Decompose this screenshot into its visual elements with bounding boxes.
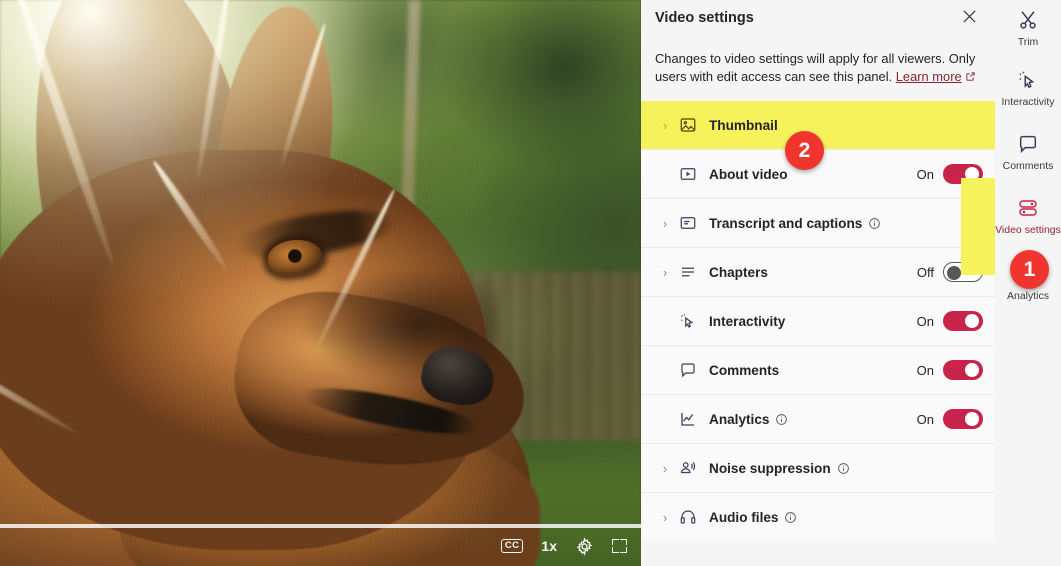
sun-flare [0, 0, 641, 566]
settings-row-label: Noise suppression [709, 460, 831, 476]
settings-row-control: On [917, 311, 983, 331]
info-icon[interactable] [775, 413, 788, 426]
rail-item-label: Analytics [1006, 289, 1049, 302]
rail-item-label: Trim [1017, 35, 1039, 48]
headphones-icon [675, 508, 701, 526]
toggle-switch[interactable] [943, 360, 983, 380]
settings-row-label: Transcript and captions [709, 215, 863, 231]
settings-row-comments[interactable]: › Comments On [641, 345, 995, 394]
chevron-right-icon: › [662, 509, 668, 525]
chevron-right-icon: › [662, 264, 668, 280]
rail-item-label: Interactivity [1001, 95, 1055, 108]
settings-row-transcript-captions[interactable]: › Transcript and captions [641, 198, 995, 247]
playback-speed-button[interactable]: 1x [541, 538, 557, 554]
panel-description: Changes to video settings will apply for… [641, 36, 995, 87]
chevron-right-icon: › [662, 215, 668, 231]
toggle-switch[interactable] [943, 409, 983, 429]
close-icon[interactable] [953, 0, 985, 32]
video-controls: CC 1x [500, 532, 627, 560]
settings-row-label: Comments [709, 362, 780, 378]
page-title: Video settings [655, 10, 754, 26]
chapters-icon [675, 263, 701, 281]
toggle-state-label: On [916, 362, 934, 378]
chevron-right-icon: › [662, 117, 668, 133]
settings-row-control: On [917, 409, 983, 429]
settings-row-control: On [917, 360, 983, 380]
cursor-click-icon [1017, 66, 1039, 94]
rail-item-label: Video settings [995, 223, 1061, 236]
video-player[interactable]: CC 1x [0, 0, 641, 566]
settings-row-audio-files[interactable]: › Audio files [641, 492, 995, 541]
captions-label: CC [500, 539, 524, 553]
rail-item-trim[interactable]: Trim [995, 0, 1061, 60]
info-icon[interactable] [837, 462, 850, 475]
external-link-icon [965, 69, 976, 87]
info-icon[interactable] [868, 217, 881, 230]
rail-item-interactivity[interactable]: Interactivity [995, 54, 1061, 120]
video-progress-bar[interactable] [0, 524, 641, 528]
captions-button[interactable]: CC [500, 539, 524, 553]
image-icon [675, 116, 701, 134]
gear-icon[interactable] [575, 536, 594, 556]
annotation-badge-1: 1 [1010, 250, 1049, 289]
rail-item-label: Comments [1002, 159, 1054, 172]
settings-list: › Thumbnail › [641, 101, 995, 541]
play-box-icon [675, 165, 701, 183]
toggle-switch[interactable] [943, 311, 983, 331]
rail-item-comments[interactable]: Comments [995, 118, 1061, 184]
scissors-icon [1017, 6, 1039, 34]
annotation-badge-2: 2 [785, 131, 824, 170]
settings-row-noise-suppression[interactable]: › Noise suppression [641, 443, 995, 492]
transcript-icon [675, 214, 701, 232]
video-settings-panel: Video settings Changes to video settings… [641, 0, 995, 566]
chart-line-icon [675, 410, 701, 428]
toggles-icon [1016, 194, 1040, 222]
toggle-state-label: On [916, 313, 934, 329]
settings-row-label: About video [709, 166, 788, 182]
learn-more-link[interactable]: Learn more [896, 69, 962, 84]
comment-icon [1017, 130, 1039, 158]
rail-item-video-settings[interactable]: Video settings [995, 182, 1061, 248]
settings-row-label: Chapters [709, 264, 768, 280]
info-icon[interactable] [784, 511, 797, 524]
toggle-state-label: On [916, 411, 934, 427]
panel-header: Video settings [641, 0, 995, 36]
toggle-state-label: Off [916, 264, 934, 280]
settings-row-interactivity[interactable]: › Interactivity On [641, 296, 995, 345]
settings-row-analytics[interactable]: › Analytics On [641, 394, 995, 443]
screenshot-root: CC 1x Video settings Changes to video se… [0, 0, 1061, 566]
cursor-click-icon [675, 312, 701, 330]
chevron-right-icon: › [662, 460, 668, 476]
comment-icon [675, 361, 701, 379]
settings-row-label: Thumbnail [709, 117, 778, 133]
fullscreen-icon[interactable] [612, 539, 627, 553]
toggle-state-label: On [916, 166, 934, 182]
settings-row-chapters[interactable]: › Chapters Off [641, 247, 995, 296]
noise-suppression-icon [675, 459, 701, 477]
settings-row-label: Audio files [709, 509, 779, 525]
settings-row-label: Interactivity [709, 313, 786, 329]
settings-row-label: Analytics [709, 411, 770, 427]
